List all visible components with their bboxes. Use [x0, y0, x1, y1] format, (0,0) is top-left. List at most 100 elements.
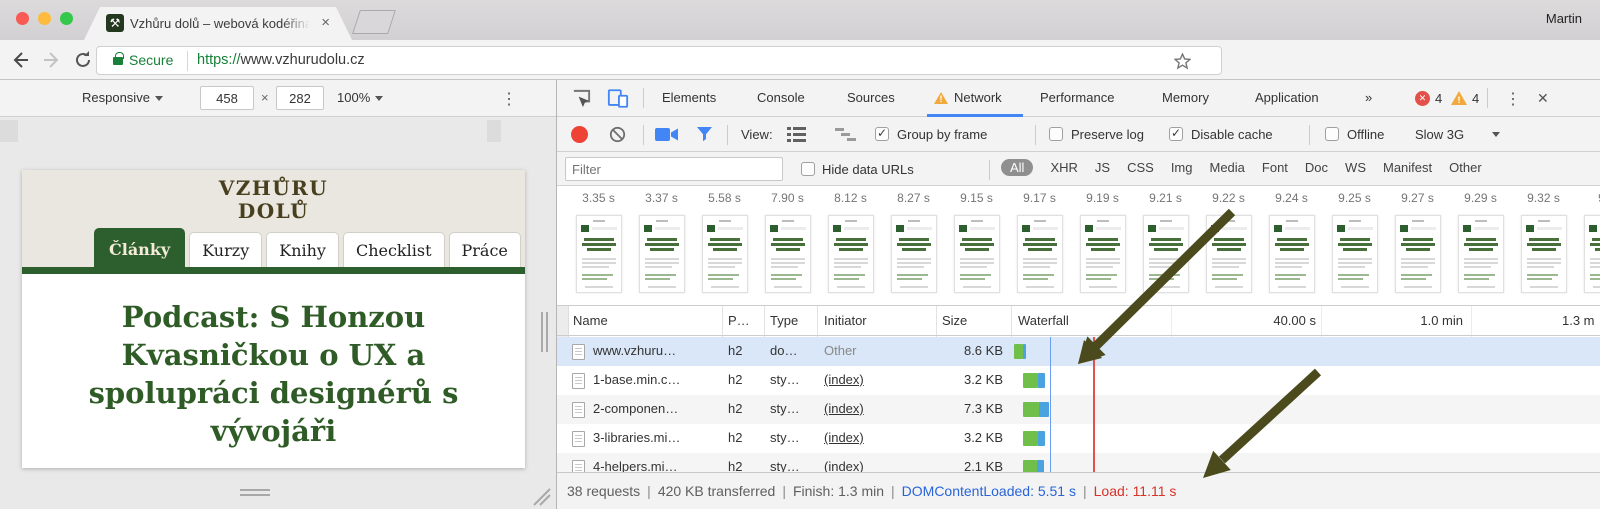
view-overview-icon[interactable]	[835, 128, 856, 141]
column-header-name[interactable]: Name	[573, 313, 608, 328]
mac-minimize-button[interactable]	[38, 12, 51, 25]
waterfall-bar[interactable]	[1014, 344, 1023, 359]
site-article-heading[interactable]: Podcast: S Honzou Kvasničkou o UX a spol…	[74, 298, 473, 450]
filmstrip-thumbnail[interactable]	[765, 215, 811, 293]
filmstrip-frame[interactable]: 3.37 s	[630, 191, 693, 293]
filter-pill[interactable]: Font	[1262, 160, 1288, 175]
waterfall-bar[interactable]	[1023, 431, 1038, 446]
waterfall-cell[interactable]	[1011, 395, 1600, 424]
filmstrip-thumbnail[interactable]	[1395, 215, 1441, 293]
reload-button[interactable]	[73, 50, 93, 70]
filmstrip-thumbnail[interactable]	[1017, 215, 1063, 293]
tab-memory[interactable]: Memory	[1162, 90, 1209, 105]
request-name[interactable]: 3-libraries.mi…	[593, 430, 723, 445]
record-network-log-button[interactable]	[571, 126, 588, 143]
table-row[interactable]: 4-helpers.mi… h2 sty… (index) 2.1 KB	[557, 453, 1600, 472]
filmstrip-thumbnail[interactable]	[1521, 215, 1567, 293]
device-width-resize-handle[interactable]	[546, 312, 548, 352]
hide-data-urls-checkbox[interactable]	[801, 162, 815, 176]
waterfall-bar[interactable]	[1023, 460, 1037, 472]
filter-pill[interactable]: JS	[1095, 160, 1110, 175]
filmstrip-thumbnail[interactable]	[1458, 215, 1504, 293]
clear-network-log-icon[interactable]	[609, 126, 626, 143]
device-toolbar-menu-icon[interactable]: ⋮	[501, 89, 517, 109]
device-height-resize-handle[interactable]	[240, 494, 270, 496]
tab-network[interactable]: Network	[954, 90, 1002, 105]
filter-pill[interactable]: CSS	[1127, 160, 1154, 175]
filmstrip-frame[interactable]: 8.12 s	[819, 191, 882, 293]
preserve-log-label[interactable]: Preserve log	[1071, 127, 1144, 142]
hide-data-urls-label[interactable]: Hide data URLs	[822, 162, 914, 177]
request-initiator[interactable]: Other	[824, 343, 857, 358]
new-tab-button[interactable]	[352, 10, 396, 34]
chevron-down-icon[interactable]	[1492, 132, 1500, 137]
request-initiator[interactable]: (index)	[824, 459, 864, 472]
tab-application[interactable]: Application	[1255, 90, 1319, 105]
device-height-resize-handle[interactable]	[240, 489, 270, 491]
column-header-protocol[interactable]: P…	[728, 313, 750, 328]
waterfall-cell[interactable]	[1011, 366, 1600, 395]
filmstrip-frame[interactable]: 9.17 s	[1008, 191, 1071, 293]
url-text[interactable]: https://www.vzhurudolu.cz	[197, 52, 365, 68]
tab-close-icon[interactable]: ×	[321, 14, 330, 31]
waterfall-cell[interactable]	[1011, 424, 1600, 453]
toggle-device-toolbar-icon[interactable]	[607, 88, 629, 109]
request-name[interactable]: 4-helpers.mi…	[593, 459, 723, 472]
filmstrip-frame[interactable]: 9.24 s	[1260, 191, 1323, 293]
group-by-frame-checkbox[interactable]	[875, 127, 889, 141]
filter-pill[interactable]: Other	[1449, 160, 1482, 175]
column-header-initiator[interactable]: Initiator	[824, 313, 867, 328]
tab-performance[interactable]: Performance	[1040, 90, 1114, 105]
devtools-close-icon[interactable]: ✕	[1537, 90, 1549, 107]
device-zoom-dropdown[interactable]: 100%	[337, 90, 383, 105]
filmstrip-thumbnail[interactable]	[639, 215, 685, 293]
error-badge-icon[interactable]: ✕	[1415, 91, 1430, 106]
request-name[interactable]: www.vzhuru…	[593, 343, 723, 358]
filter-pill[interactable]: All	[1001, 159, 1033, 176]
view-list-icon[interactable]	[787, 127, 806, 142]
filter-input[interactable]	[565, 157, 783, 181]
more-tabs-chevron[interactable]: »	[1365, 90, 1372, 105]
filter-pill[interactable]: Doc	[1305, 160, 1328, 175]
filmstrip-frame[interactable]: 9.19 s	[1071, 191, 1134, 293]
tab-sources[interactable]: Sources	[847, 90, 895, 105]
filmstrip-thumbnail[interactable]	[1332, 215, 1378, 293]
waterfall-cell[interactable]	[1011, 337, 1600, 366]
tab-console[interactable]: Console	[757, 90, 805, 105]
filter-pill[interactable]: Manifest	[1383, 160, 1432, 175]
device-type-dropdown[interactable]: Responsive	[82, 90, 163, 105]
filmstrip-frame[interactable]: 9.21 s	[1134, 191, 1197, 293]
filmstrip-frame[interactable]: 9.22 s	[1197, 191, 1260, 293]
device-width-resize-handle[interactable]	[541, 312, 543, 352]
browser-tab[interactable]: ⚒ Vzhůru dolů – webová kodéřina ×	[84, 7, 352, 40]
forward-button[interactable]	[42, 50, 62, 70]
column-header-type[interactable]: Type	[770, 313, 798, 328]
group-by-frame-label[interactable]: Group by frame	[897, 127, 987, 142]
tab-elements[interactable]: Elements	[662, 90, 716, 105]
filmstrip-thumbnail[interactable]	[1143, 215, 1189, 293]
filter-pill[interactable]: WS	[1345, 160, 1366, 175]
inspect-element-icon[interactable]	[571, 88, 592, 109]
bookmark-star-icon[interactable]	[1174, 53, 1191, 70]
site-nav-tab[interactable]: Práce	[449, 232, 521, 267]
filter-pill[interactable]: Media	[1209, 160, 1244, 175]
preserve-log-checkbox[interactable]	[1049, 127, 1063, 141]
table-row[interactable]: 1-base.min.c… h2 sty… (index) 3.2 KB	[557, 366, 1600, 395]
mac-fullscreen-button[interactable]	[60, 12, 73, 25]
filmstrip-frame[interactable]: 9.15 s	[945, 191, 1008, 293]
site-nav-tab[interactable]: Knihy	[266, 232, 339, 267]
request-name[interactable]: 2-componen…	[593, 401, 723, 416]
warning-badge-icon[interactable]	[1451, 91, 1467, 105]
filter-funnel-icon[interactable]	[696, 126, 713, 142]
request-name[interactable]: 1-base.min.c…	[593, 372, 723, 387]
column-header-size[interactable]: Size	[942, 313, 967, 328]
filmstrip-thumbnail[interactable]	[1206, 215, 1252, 293]
url-omnibox[interactable]: Secure https://www.vzhurudolu.cz	[96, 46, 1222, 75]
filmstrip-thumbnail[interactable]	[1080, 215, 1126, 293]
site-logo[interactable]: VZHŮRU DOLŮ	[22, 170, 525, 223]
filmstrip-thumbnail[interactable]	[891, 215, 937, 293]
disable-cache-checkbox[interactable]	[1169, 127, 1183, 141]
table-row[interactable]: 3-libraries.mi… h2 sty… (index) 3.2 KB	[557, 424, 1600, 453]
site-nav-tab[interactable]: Checklist	[343, 232, 445, 267]
filmstrip-thumbnail[interactable]	[1269, 215, 1315, 293]
